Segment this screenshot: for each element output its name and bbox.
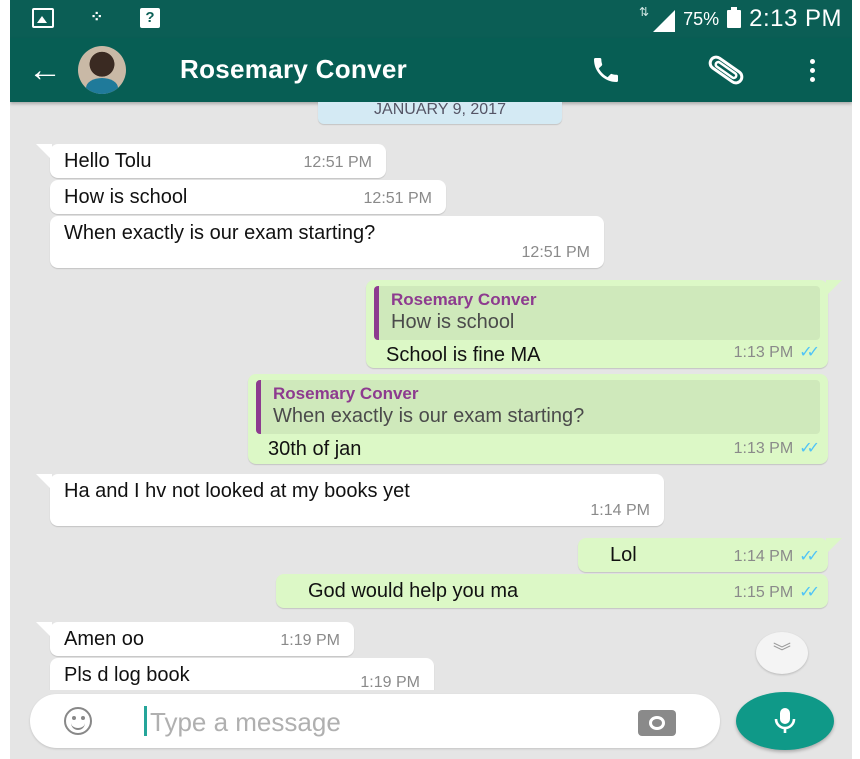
message-outgoing[interactable]: Lol 1:14 PM ✓✓ (578, 538, 842, 572)
quoted-author: Rosemary Conver (273, 384, 419, 403)
message-text: Amen oo (64, 628, 145, 650)
message-text: School is fine MA (386, 344, 541, 366)
read-ticks-icon: ✓✓ (799, 344, 820, 361)
message-time: 1:13 PM ✓✓ (733, 344, 820, 361)
paperclip-icon[interactable] (704, 52, 748, 88)
message-time: 1:19 PM (280, 632, 340, 649)
call-icon[interactable] (588, 52, 624, 88)
message-time: 12:51 PM (363, 190, 432, 207)
message-incoming[interactable]: Amen oo 1:19 PM (36, 622, 354, 656)
message-time: 1:14 PM ✓✓ (733, 548, 820, 565)
battery-percent: 75% (683, 8, 720, 29)
message-time: 12:51 PM (521, 244, 590, 261)
avatar[interactable] (78, 46, 126, 94)
message-text: When exactly is our exam starting? (64, 222, 376, 244)
date-chip: JANUARY 9, 2017 (318, 102, 562, 124)
message-time: 12:51 PM (303, 154, 372, 171)
read-ticks-icon: ✓✓ (799, 584, 820, 601)
message-incoming[interactable]: Ha and I hv not looked at my books yet 1… (36, 474, 664, 526)
status-bar: ⁘ ? ⇅ 75% 2:13 PM (10, 0, 852, 38)
message-incoming[interactable]: When exactly is our exam starting? 12:51… (50, 216, 604, 268)
message-text: Ha and I hv not looked at my books yet (64, 480, 410, 502)
message-time: 1:15 PM ✓✓ (733, 584, 820, 601)
message-text: Lol (610, 544, 637, 566)
message-text: Pls d log book (64, 664, 190, 686)
mic-button[interactable] (736, 692, 834, 750)
message-incoming[interactable]: How is school 12:51 PM (50, 180, 446, 214)
input-placeholder: Type a message (150, 707, 341, 737)
phone-screen: ⁘ ? ⇅ 75% 2:13 PM ← Rosemary Conver JANU… (10, 0, 852, 759)
message-outgoing[interactable]: Rosemary Conver How is school School is … (366, 280, 842, 368)
message-text: God would help you ma (308, 580, 519, 602)
message-list[interactable]: JANUARY 9, 2017 Hello Tolu 12:51 PM How … (10, 102, 852, 690)
more-vert-icon[interactable] (802, 52, 822, 88)
scroll-to-bottom-button[interactable]: ︾ (756, 632, 808, 674)
chat-header: ← Rosemary Conver (10, 38, 852, 102)
camera-icon[interactable] (638, 710, 676, 736)
bbm-icon: ⁘ (90, 9, 104, 26)
message-time: 1:13 PM ✓✓ (733, 440, 820, 457)
message-incoming[interactable]: Pls d log book 1:19 PM (50, 658, 434, 690)
image-icon (32, 8, 54, 28)
message-input[interactable]: Type a message (30, 694, 720, 748)
message-incoming[interactable]: Hello Tolu 12:51 PM (36, 144, 386, 178)
quoted-author: Rosemary Conver (391, 290, 537, 309)
message-text: Hello Tolu (64, 150, 152, 172)
quoted-text: How is school (391, 311, 515, 333)
battery-icon (727, 7, 742, 28)
message-time: 1:14 PM (590, 502, 650, 519)
mic-icon (774, 708, 796, 733)
contact-name[interactable]: Rosemary Conver (180, 54, 407, 85)
back-arrow-icon[interactable]: ← (28, 50, 62, 90)
message-outgoing[interactable]: God would help you ma 1:15 PM ✓✓ (276, 574, 828, 608)
emoji-icon[interactable] (64, 707, 92, 735)
status-right-group: ⇅ 75% 2:13 PM (639, 2, 842, 36)
message-time: 1:19 PM (360, 674, 420, 690)
clock: 2:13 PM (749, 5, 842, 32)
quoted-message[interactable]: Rosemary Conver When exactly is our exam… (256, 380, 820, 434)
read-ticks-icon: ✓✓ (799, 440, 820, 457)
signal-icon (653, 10, 676, 32)
text-caret (144, 706, 147, 736)
message-outgoing[interactable]: Rosemary Conver When exactly is our exam… (248, 374, 828, 464)
message-text: How is school (64, 186, 188, 208)
quoted-message[interactable]: Rosemary Conver How is school (374, 286, 820, 340)
question-icon: ? (140, 8, 160, 28)
quoted-text: When exactly is our exam starting? (273, 405, 585, 427)
read-ticks-icon: ✓✓ (799, 548, 820, 565)
message-text: 30th of jan (268, 438, 362, 460)
composer: Type a message (10, 690, 852, 759)
data-arrows-icon: ⇅ (639, 5, 650, 19)
